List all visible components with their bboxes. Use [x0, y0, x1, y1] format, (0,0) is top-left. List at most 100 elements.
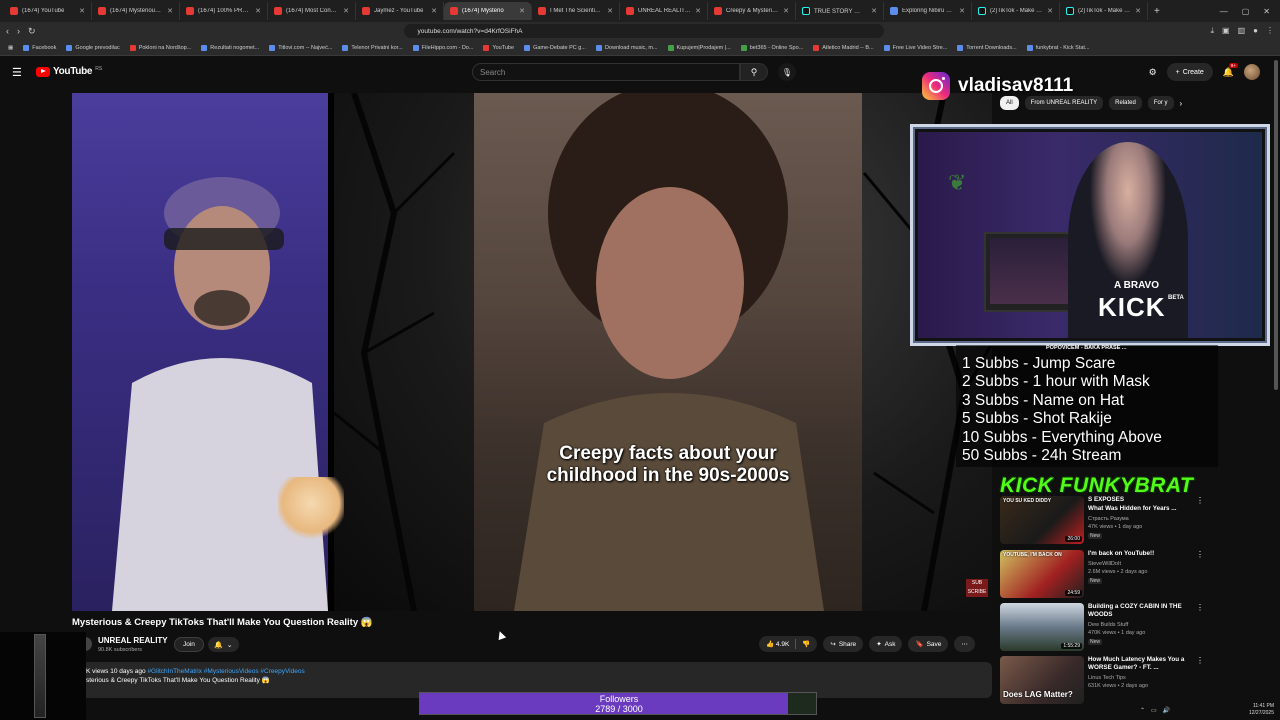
more-options-icon[interactable]: ⋮ — [1196, 656, 1204, 665]
new-tab-icon[interactable]: + — [1148, 6, 1166, 17]
browser-tab[interactable]: (1674) YouTube ✕ — [4, 2, 92, 20]
channel-name[interactable]: Linus Tech Tips — [1088, 675, 1126, 681]
bookmark-item[interactable]: Titlovi.com -- Najveć... — [269, 44, 332, 51]
close-icon[interactable]: ✕ — [871, 7, 877, 15]
bookmark-item[interactable]: funkybrat - Kick Stat... — [1026, 44, 1090, 51]
browser-tab[interactable]: I Met The Scientist That ✕ — [532, 2, 620, 20]
bookmark-item[interactable]: FileHippo.com - Do... — [412, 44, 473, 51]
bookmark-item[interactable]: Telenor Privatni kor... — [342, 44, 403, 51]
settings-icon[interactable]: ⚙ — [1149, 67, 1157, 78]
close-icon[interactable]: ✕ — [959, 7, 965, 15]
address-bar[interactable]: youtube.com/watch?v=d4KrfOSiFhA — [403, 24, 884, 38]
like-button[interactable]: 👍 4.9K — [766, 640, 789, 648]
close-icon[interactable]: ✕ — [695, 7, 701, 15]
recommended-video[interactable]: YOU SU KED DIDDY 26:00 S EXPOSES What Was H… — [1000, 496, 1210, 548]
dislike-button[interactable]: 👎 — [802, 640, 810, 648]
menu-icon[interactable]: ☰ — [12, 66, 22, 79]
bookmark-item[interactable]: Game-Debate PC g... — [524, 44, 586, 51]
bookmark-item[interactable]: Pokloni na Nordšop... — [129, 44, 191, 51]
video-thumbnail[interactable]: YOU SU KED DIDDY 26:00 — [1000, 496, 1084, 544]
video-title[interactable]: What Was Hidden for Years ... — [1088, 505, 1196, 513]
sidebar-icon[interactable]: ▥ — [1238, 26, 1246, 36]
subscription-bell-button[interactable]: 🔔 ⌄ — [208, 637, 239, 652]
bookmark-item[interactable]: Google prevodilac — [66, 44, 120, 51]
download-icon[interactable]: ⤓ — [1210, 26, 1214, 36]
browser-tab[interactable]: Jaymez - YouTube ✕ — [356, 2, 444, 20]
profile-icon[interactable]: ● — [1253, 26, 1258, 36]
bookmark-item[interactable]: Atletico Madrid -- B... — [813, 44, 874, 51]
video-thumbnail[interactable]: Does LAG Matter? — [1000, 656, 1084, 704]
browser-tab[interactable]: (1674) Most Convincing ✕ — [268, 2, 356, 20]
more-options-icon[interactable]: ⋮ — [1196, 603, 1204, 612]
maximize-icon[interactable]: ▢ — [1242, 7, 1250, 16]
voice-search-button[interactable]: 🎙 — [778, 63, 796, 81]
forward-icon[interactable]: › — [17, 26, 20, 36]
menu-icon[interactable]: ⋮ — [1266, 26, 1274, 36]
close-icon[interactable]: ✕ — [79, 7, 85, 15]
share-button[interactable]: ↪ Share — [823, 636, 864, 652]
close-icon[interactable]: ✕ — [343, 7, 349, 15]
reload-icon[interactable]: ↻ — [28, 26, 36, 37]
browser-tab[interactable]: (1674) Mysterious Video ✕ — [92, 2, 180, 20]
hashtags[interactable]: #GlitchInTheMatrix #MysteriousVideos #Cr… — [147, 668, 304, 675]
account-avatar[interactable] — [1244, 64, 1260, 80]
bookmark-item[interactable]: Torrent Downloads... — [957, 44, 1017, 51]
more-options-icon[interactable]: ⋮ — [1196, 496, 1204, 505]
create-button[interactable]: + Create — [1166, 63, 1213, 81]
channel-name[interactable]: UNREAL REALITY — [98, 636, 168, 645]
browser-tab[interactable]: UNREAL REALITY - YouT ✕ — [620, 2, 708, 20]
extension-icon[interactable]: ▣ — [1222, 26, 1230, 36]
close-icon[interactable]: ✕ — [607, 7, 613, 15]
bookmark-item[interactable]: Free Live Video Stre... — [883, 44, 947, 51]
video-thumbnail[interactable]: 1:55:29 — [1000, 603, 1084, 651]
search-input[interactable]: Search — [472, 63, 740, 81]
close-icon[interactable]: ✕ — [783, 7, 789, 15]
browser-tab[interactable]: Creepy & Mysterious Vi✕ — [708, 2, 796, 20]
minimize-icon[interactable]: — — [1220, 7, 1228, 16]
monitor-icon[interactable]: ▭ — [1151, 707, 1157, 714]
join-button[interactable]: Join — [174, 637, 204, 652]
browser-tab[interactable]: (2)TikTok - Make Your D ✕ — [972, 2, 1060, 20]
more-actions-button[interactable]: ⋯ — [954, 636, 975, 652]
video-title[interactable]: Building a COZY CABIN IN THE WOODS — [1088, 603, 1196, 619]
subscribe-watermark[interactable]: SUB SCRIBE — [966, 579, 988, 597]
browser-tab[interactable]: (1674) Mysterio ✕ — [444, 2, 532, 20]
recommended-video[interactable]: 1:55:29 Building a COZY CABIN IN THE WOOD… — [1000, 603, 1210, 655]
chevron-right-icon[interactable]: › — [1180, 99, 1183, 108]
close-icon[interactable]: ✕ — [1135, 7, 1141, 15]
close-window-icon[interactable]: ✕ — [1263, 7, 1270, 16]
close-icon[interactable]: ✕ — [519, 7, 525, 15]
filter-chip[interactable]: Related — [1109, 96, 1142, 110]
notifications-button[interactable]: 🔔 9+ — [1223, 62, 1238, 78]
bookmark-item[interactable]: Facebook — [23, 44, 56, 51]
apps-grid-icon[interactable]: ▦ — [8, 45, 13, 51]
browser-tab[interactable]: (2)TikTok - Make Your D ✕ — [1060, 2, 1148, 20]
filter-chip[interactable]: For y — [1147, 96, 1174, 110]
browser-tab[interactable]: (1674) 100% PROOF, FA ✕ — [180, 2, 268, 20]
clock[interactable]: 11:41 PM 12/27/2025 — [1249, 703, 1274, 717]
video-title[interactable]: How Much Latency Makes You a WORSE Gamer… — [1088, 656, 1196, 672]
recommended-video[interactable]: YOUTUBE, I'M BACK ON 24:59 I'm back on You… — [1000, 550, 1210, 602]
bookmark-item[interactable]: Rezultati nogomet... — [201, 44, 259, 51]
youtube-logo[interactable]: YouTube RS — [36, 66, 102, 77]
close-icon[interactable]: ✕ — [167, 7, 173, 15]
speaker-icon[interactable]: 🔊 — [1163, 707, 1170, 714]
bookmark-item[interactable]: Kupujem|Prodajem |... — [667, 44, 731, 51]
bookmark-item[interactable]: YouTube — [483, 44, 514, 51]
bookmark-item[interactable]: bet365 - Online Spo... — [740, 44, 803, 51]
bookmark-item[interactable]: Download music, m... — [595, 44, 658, 51]
chevron-up-icon[interactable]: ⌃ — [1140, 707, 1145, 714]
channel-name[interactable]: SteveWillDoIt — [1088, 561, 1121, 567]
close-icon[interactable]: ✕ — [431, 7, 437, 15]
video-thumbnail[interactable]: YOUTUBE, I'M BACK ON 24:59 — [1000, 550, 1084, 598]
video-player[interactable]: Creepy facts about your childhood in the… — [72, 93, 992, 611]
browser-tab[interactable]: Exploring Nibiru and the✕ — [884, 2, 972, 20]
close-icon[interactable]: ✕ — [255, 7, 261, 15]
search-button[interactable]: ⚲ — [740, 63, 768, 81]
more-options-icon[interactable]: ⋮ — [1196, 550, 1204, 559]
save-button[interactable]: 🔖 Save — [908, 636, 949, 652]
ask-button[interactable]: ✦ Ask — [869, 636, 903, 652]
close-icon[interactable]: ✕ — [1047, 7, 1053, 15]
back-icon[interactable]: ‹ — [6, 26, 9, 36]
page-scrollbar[interactable] — [1274, 60, 1278, 390]
